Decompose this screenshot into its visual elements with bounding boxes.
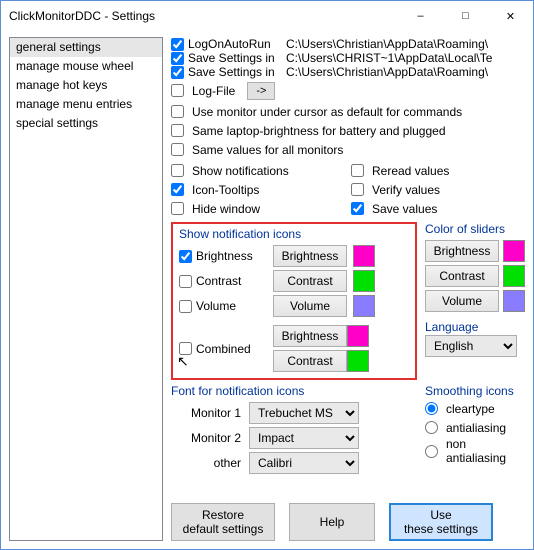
combined-brightness-swatch[interactable] xyxy=(347,325,369,347)
single-check-2[interactable]: Same values for all monitors xyxy=(171,143,343,157)
slider-btn-contrast[interactable]: Contrast xyxy=(425,265,499,287)
top-check-0[interactable]: LogOnAutoRun xyxy=(171,37,286,51)
slider-swatch-magenta[interactable] xyxy=(503,240,525,262)
sidebar-item-manage-hot-keys[interactable]: manage hot keys xyxy=(10,76,162,95)
combined-check[interactable]: Combined xyxy=(179,342,267,356)
smooth-opt-1[interactable]: antialiasing xyxy=(425,421,506,435)
slider-color-group: Color of sliders Brightness Contrast Volum… xyxy=(425,222,525,312)
restore-button[interactable]: Restore default settings xyxy=(171,503,275,541)
top-path-2: C:\Users\Christian\AppData\Roaming\ xyxy=(286,65,525,79)
leftopt-1[interactable]: Icon-Tooltips xyxy=(171,183,259,197)
top-path-1: C:\Users\CHRIST~1\AppData\Local\Te xyxy=(286,51,525,65)
notif-check-brightness[interactable]: Brightness xyxy=(179,249,267,263)
notif-group-title: Show notification icons xyxy=(179,227,409,242)
notif-check-volume[interactable]: Volume xyxy=(179,299,267,313)
title-bar: ClickMonitorDDC - Settings – □ ✕ xyxy=(1,1,533,31)
sidebar-item-manage-menu-entries[interactable]: manage menu entries xyxy=(10,95,162,114)
font-group-title: Font for notification icons xyxy=(171,384,417,399)
combined-brightness-btn[interactable]: Brightness xyxy=(273,325,347,347)
notif-swatch-green[interactable] xyxy=(353,270,375,292)
footer: Restore default settings Help Use these … xyxy=(171,493,525,541)
font-label-2: other xyxy=(171,456,241,470)
slider-swatch-purple[interactable] xyxy=(503,290,525,312)
font-select-2[interactable]: Calibri xyxy=(249,452,359,474)
notif-btn-volume[interactable]: Volume xyxy=(273,295,347,317)
window-title: ClickMonitorDDC - Settings xyxy=(9,9,155,23)
slider-color-title: Color of sliders xyxy=(425,222,525,237)
language-select[interactable]: English xyxy=(425,335,517,357)
rightopt-2[interactable]: Save values xyxy=(351,202,437,216)
combined-label: Combined xyxy=(196,342,251,356)
single-check-0[interactable]: Use monitor under cursor as default for … xyxy=(171,105,462,119)
use-settings-button[interactable]: Use these settings xyxy=(389,503,493,541)
rightopt-0[interactable]: Reread values xyxy=(351,164,449,178)
help-button[interactable]: Help xyxy=(289,503,375,541)
font-select-0[interactable]: Trebuchet MS xyxy=(249,402,359,424)
top-path-0: C:\Users\Christian\AppData\Roaming\ xyxy=(286,37,525,51)
leftopt-2[interactable]: Hide window xyxy=(171,202,260,216)
combined-contrast-swatch[interactable] xyxy=(347,350,369,372)
notif-swatch-magenta[interactable] xyxy=(353,245,375,267)
notif-btn-contrast[interactable]: Contrast xyxy=(273,270,347,292)
slider-swatch-green[interactable] xyxy=(503,265,525,287)
logfile-check[interactable]: Log-File xyxy=(171,84,235,98)
notif-btn-brightness[interactable]: Brightness xyxy=(273,245,347,267)
smooth-opt-0[interactable]: cleartype xyxy=(425,402,495,416)
minimize-button[interactable]: – xyxy=(398,1,443,31)
sidebar-item-special-settings[interactable]: special settings xyxy=(10,114,162,133)
logfile-label: Log-File xyxy=(192,84,235,98)
sidebar-item-general-settings[interactable]: general settings xyxy=(10,38,162,57)
language-title: Language xyxy=(425,320,525,335)
notif-check-contrast[interactable]: Contrast xyxy=(179,274,267,288)
sidebar-item-manage-mouse-wheel[interactable]: manage mouse wheel xyxy=(10,57,162,76)
rightopt-1[interactable]: Verify values xyxy=(351,183,440,197)
font-label-0: Monitor 1 xyxy=(171,406,241,420)
top-check-2[interactable]: Save Settings in xyxy=(171,65,286,79)
sidebar: general settingsmanage mouse wheelmanage… xyxy=(9,37,163,541)
close-button[interactable]: ✕ xyxy=(488,1,533,31)
slider-btn-volume[interactable]: Volume xyxy=(425,290,499,312)
smoothing-title: Smoothing icons xyxy=(425,384,525,399)
main-panel: LogOnAutoRunC:\Users\Christian\AppData\R… xyxy=(171,37,525,541)
single-check-1[interactable]: Same laptop-brightness for battery and p… xyxy=(171,124,446,138)
font-label-1: Monitor 2 xyxy=(171,431,241,445)
combined-contrast-btn[interactable]: Contrast xyxy=(273,350,347,372)
maximize-button[interactable]: □ xyxy=(443,1,488,31)
logfile-arrow-button[interactable]: -> xyxy=(247,82,275,100)
top-check-1[interactable]: Save Settings in xyxy=(171,51,286,65)
notif-icons-group: Show notification icons Brightness Bright… xyxy=(171,222,417,380)
notif-swatch-purple[interactable] xyxy=(353,295,375,317)
slider-btn-brightness[interactable]: Brightness xyxy=(425,240,499,262)
smooth-opt-2[interactable]: non antialiasing xyxy=(425,437,525,465)
font-select-1[interactable]: Impact xyxy=(249,427,359,449)
leftopt-0[interactable]: Show notifications xyxy=(171,164,289,178)
